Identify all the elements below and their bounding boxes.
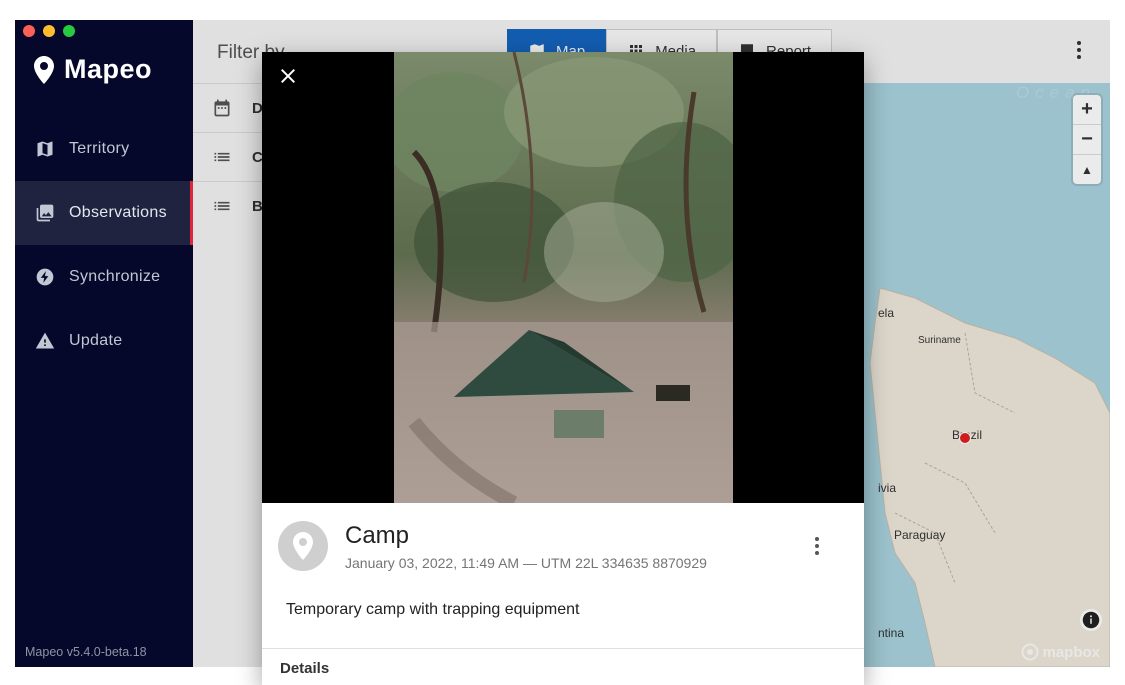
sidebar: Mapeo Territory Observations Synchronize… bbox=[15, 20, 193, 667]
sidebar-item-observations[interactable]: Observations bbox=[15, 181, 193, 245]
location-pin-icon bbox=[34, 55, 54, 84]
details-heading: Details bbox=[280, 660, 330, 677]
divider bbox=[262, 648, 864, 649]
sidebar-item-synchronize[interactable]: Synchronize bbox=[15, 245, 193, 309]
sidebar-item-label: Territory bbox=[69, 140, 130, 157]
sync-bolt-icon bbox=[36, 268, 54, 286]
warning-icon bbox=[35, 332, 55, 349]
sidebar-item-label: Update bbox=[69, 332, 123, 349]
sidebar-item-label: Synchronize bbox=[69, 268, 161, 285]
window-controls bbox=[23, 25, 75, 37]
app-name: Mapeo bbox=[64, 54, 153, 84]
observation-dialog: Camp January 03, 2022, 11:49 AM — UTM 22… bbox=[262, 52, 864, 685]
observation-category-avatar bbox=[278, 521, 328, 571]
observation-meta: January 03, 2022, 11:49 AM — UTM 22L 334… bbox=[345, 555, 707, 571]
maximize-window-button[interactable] bbox=[63, 25, 75, 37]
observation-title: Camp bbox=[345, 522, 410, 549]
photo-library-icon bbox=[36, 204, 54, 222]
sidebar-item-update[interactable]: Update bbox=[15, 309, 193, 373]
more-vert-icon[interactable] bbox=[814, 536, 820, 556]
sidebar-item-label: Observations bbox=[69, 204, 167, 221]
observation-description: Temporary camp with trapping equipment bbox=[286, 601, 580, 618]
app-version: Mapeo v5.4.0-beta.18 bbox=[25, 645, 147, 659]
observation-photo[interactable] bbox=[394, 52, 733, 503]
close-icon[interactable] bbox=[276, 64, 300, 88]
app-logo: Mapeo bbox=[34, 54, 152, 85]
close-window-button[interactable] bbox=[23, 25, 35, 37]
sidebar-item-territory[interactable]: Territory bbox=[15, 117, 193, 181]
minimize-window-button[interactable] bbox=[43, 25, 55, 37]
location-pin-icon bbox=[293, 532, 313, 560]
map-icon bbox=[37, 141, 53, 157]
photo-viewer bbox=[262, 52, 864, 503]
sidebar-nav: Territory Observations Synchronize Updat… bbox=[15, 117, 193, 373]
